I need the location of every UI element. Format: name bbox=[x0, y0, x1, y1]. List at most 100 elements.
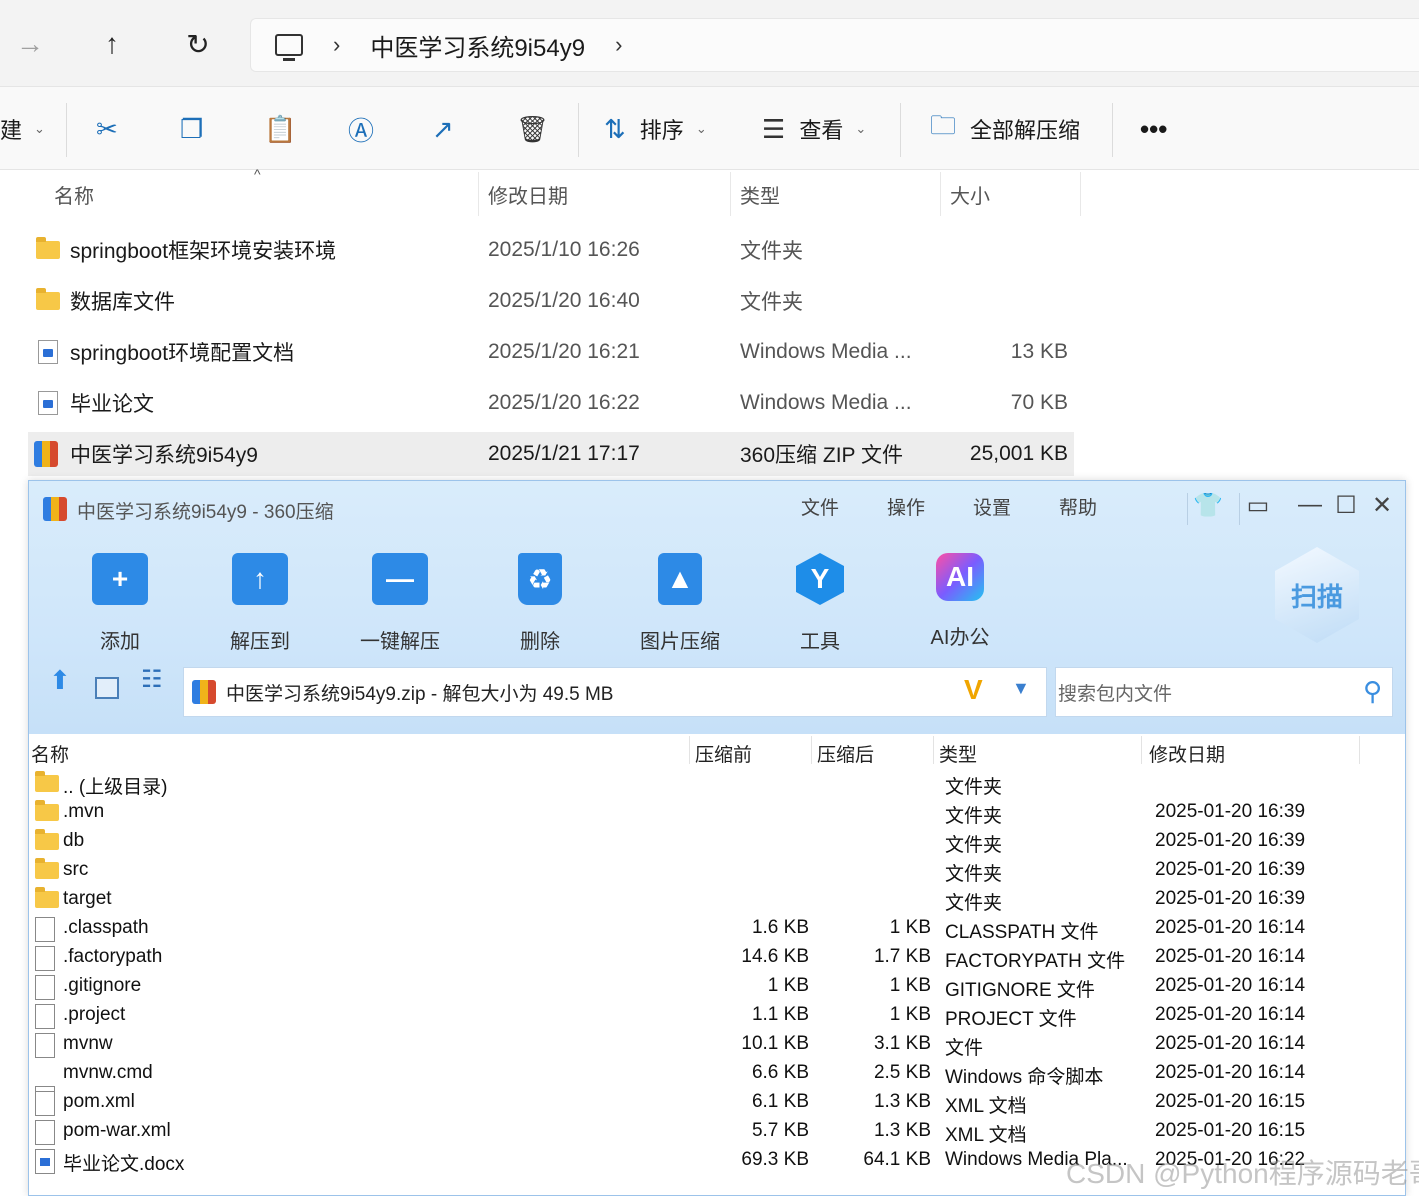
archive-row[interactable]: .project 1.1 KB 1 KB PROJECT 文件 2025-01-20 1… bbox=[29, 1001, 1405, 1030]
feedback-icon[interactable]: ▭ bbox=[1243, 491, 1273, 520]
new-button-label: 建 bbox=[0, 118, 23, 143]
archive-file-type: 文件夹 bbox=[945, 864, 1003, 885]
skin-shirt-icon[interactable]: 👕 bbox=[1193, 491, 1223, 520]
thumbnail-view-icon[interactable] bbox=[95, 677, 119, 699]
file-name: 毕业论文 bbox=[70, 393, 154, 416]
menu-settings[interactable]: 设置 bbox=[973, 493, 1011, 520]
file-row[interactable]: 毕业论文 2025/1/20 16:22 Windows Media ... 7… bbox=[28, 381, 1074, 425]
forward-arrow-icon[interactable]: → bbox=[10, 24, 50, 64]
file-row[interactable]: springboot框架环境安装环境 2025/1/10 16:26 文件夹 bbox=[28, 228, 1074, 272]
column-divider[interactable] bbox=[811, 736, 812, 764]
archive-row[interactable]: .classpath 1.6 KB 1 KB CLASSPATH 文件 2025-01-… bbox=[29, 914, 1405, 943]
file-icon bbox=[35, 1091, 55, 1116]
column-header-modified[interactable]: 修改日期 bbox=[488, 172, 568, 216]
view-button[interactable]: ☰ 查看 ⌄ bbox=[762, 111, 866, 147]
archive-row[interactable]: .factorypath 14.6 KB 1.7 KB FACTORYPATH 文件 2… bbox=[29, 943, 1405, 972]
breadcrumb-chevron-icon[interactable]: › bbox=[615, 32, 622, 58]
column-header-after[interactable]: 压缩后 bbox=[817, 740, 874, 767]
more-options-icon[interactable]: ••• bbox=[1140, 111, 1167, 147]
rename-icon: Ⓐ bbox=[348, 115, 375, 146]
archive-size-before: 1.1 KB bbox=[751, 1004, 809, 1025]
sort-button[interactable]: ⇅ 排序 ⌄ bbox=[604, 111, 707, 147]
archive-file-name: .project bbox=[63, 1004, 126, 1025]
archive-row[interactable]: .gitignore 1 KB 1 KB GITIGNORE 文件 2025-01-20… bbox=[29, 972, 1405, 1001]
archive-search-input[interactable]: 搜索包内文件 ⚲ bbox=[1055, 667, 1393, 717]
archive-file-modified: 2025-01-20 16:39 bbox=[1155, 859, 1306, 880]
column-header-name[interactable]: 名称 bbox=[31, 740, 69, 767]
new-button[interactable]: 建 ⌄ bbox=[0, 111, 45, 147]
this-pc-icon[interactable] bbox=[275, 34, 303, 61]
archive-file-type: 文件夹 bbox=[945, 893, 1003, 914]
archive-row[interactable]: db 文件夹 2025-01-20 16:39 bbox=[29, 827, 1405, 856]
cut-button[interactable]: ✂ bbox=[96, 111, 118, 147]
archive-path-bar[interactable]: 中医学习系统9i54y9.zip - 解包大小为 49.5 MB V ▼ bbox=[183, 667, 1047, 717]
column-divider[interactable] bbox=[478, 172, 479, 216]
archive-row[interactable]: src 文件夹 2025-01-20 16:39 bbox=[29, 856, 1405, 885]
v-badge-icon[interactable]: V bbox=[964, 674, 983, 706]
list-view-icon[interactable]: ☷ bbox=[141, 665, 163, 717]
file-modified: 2025/1/20 16:22 bbox=[488, 391, 640, 414]
toolbar-divider bbox=[66, 103, 67, 157]
archive-size-after: 1.3 KB bbox=[873, 1120, 931, 1141]
breadcrumb-current-folder[interactable]: 中医学习系统9i54y9 bbox=[370, 28, 585, 63]
watermark-text: CSDN @Python程序源码老哥 bbox=[1066, 1158, 1419, 1189]
column-header-modified[interactable]: 修改日期 bbox=[1149, 740, 1225, 767]
archive-row[interactable]: mvnw 10.1 KB 3.1 KB 文件 2025-01-20 16:14 bbox=[29, 1030, 1405, 1059]
copy-button[interactable]: ❐ bbox=[180, 111, 203, 147]
maximize-icon[interactable]: ☐ bbox=[1331, 491, 1361, 520]
ai-office-label: AI办公 bbox=[930, 627, 990, 649]
column-divider[interactable] bbox=[933, 736, 934, 764]
column-divider[interactable] bbox=[940, 172, 941, 216]
file-row-selected[interactable]: 中医学习系统9i54y9 2025/1/21 17:17 360压缩 ZIP 文… bbox=[28, 432, 1074, 476]
address-bar[interactable]: › 中医学习系统9i54y9 › bbox=[250, 18, 1419, 72]
archive-size-before: 6.6 KB bbox=[751, 1062, 809, 1083]
delete-button[interactable]: 🗑 bbox=[516, 111, 549, 147]
archive-row[interactable]: .. (上级目录) 文件夹 bbox=[29, 769, 1405, 798]
column-divider[interactable] bbox=[1141, 736, 1142, 764]
up-level-icon[interactable]: ⬆ bbox=[49, 665, 71, 717]
extract-to-button[interactable]: ↑ 解压到 bbox=[205, 553, 315, 654]
archive-row[interactable]: target 文件夹 2025-01-20 16:39 bbox=[29, 885, 1405, 914]
one-click-extract-button[interactable]: — 一键解压 bbox=[345, 553, 455, 654]
dropdown-arrow-icon[interactable]: ▼ bbox=[1012, 678, 1030, 699]
column-header-type[interactable]: 类型 bbox=[740, 172, 780, 216]
archive-file-name: pom-war.xml bbox=[63, 1120, 171, 1141]
zip360-logo-icon bbox=[43, 497, 67, 521]
tools-button[interactable]: Y 工具 bbox=[765, 553, 875, 654]
delete-button[interactable]: ♻ 删除 bbox=[485, 553, 595, 654]
column-header-type[interactable]: 类型 bbox=[939, 740, 977, 767]
menu-help[interactable]: 帮助 bbox=[1059, 493, 1097, 520]
breadcrumb-chevron-icon[interactable]: › bbox=[333, 32, 340, 58]
minimize-icon[interactable]: — bbox=[1295, 491, 1325, 519]
search-icon[interactable]: ⚲ bbox=[1363, 676, 1382, 707]
add-button[interactable]: + 添加 bbox=[65, 553, 175, 654]
share-button[interactable]: ↗ bbox=[432, 111, 454, 147]
column-header-before[interactable]: 压缩前 bbox=[695, 740, 752, 767]
file-row[interactable]: 数据库文件 2025/1/20 16:40 文件夹 bbox=[28, 279, 1074, 323]
menu-file[interactable]: 文件 bbox=[801, 493, 839, 520]
column-header-size[interactable]: 大小 bbox=[950, 172, 990, 216]
menu-operate[interactable]: 操作 bbox=[887, 493, 925, 520]
close-icon[interactable]: ✕ bbox=[1367, 491, 1397, 520]
archive-row[interactable]: mvnw.cmd 6.6 KB 2.5 KB Windows 命令脚本 2025-01-… bbox=[29, 1059, 1405, 1111]
sort-icon: ⇅ bbox=[604, 113, 626, 144]
up-arrow-icon[interactable]: ↑ bbox=[92, 24, 132, 64]
image-compress-button[interactable]: ▲ 图片压缩 bbox=[625, 553, 735, 654]
scan-button[interactable]: 扫描 bbox=[1275, 547, 1359, 643]
file-row[interactable]: springboot环境配置文档 2025/1/20 16:21 Windows… bbox=[28, 330, 1074, 374]
column-divider[interactable] bbox=[1359, 736, 1360, 764]
refresh-icon[interactable]: ↻ bbox=[178, 24, 218, 64]
column-header-name[interactable]: 名称 bbox=[54, 172, 94, 216]
column-divider[interactable] bbox=[730, 172, 731, 216]
media-document-icon bbox=[38, 381, 58, 425]
ai-office-button[interactable]: AI AI办公 bbox=[905, 553, 1015, 650]
archive-row[interactable]: pom-war.xml 5.7 KB 1.3 KB XML 文档 2025-01-20 … bbox=[29, 1117, 1405, 1146]
archive-row[interactable]: .mvn 文件夹 2025-01-20 16:39 bbox=[29, 798, 1405, 827]
rename-button[interactable]: Ⓐ bbox=[348, 111, 374, 147]
paste-button[interactable]: 📋 bbox=[264, 111, 296, 147]
extract-all-button[interactable]: 🗀 全部解压缩 bbox=[930, 110, 1080, 147]
column-divider[interactable] bbox=[689, 736, 690, 764]
column-divider[interactable] bbox=[1080, 172, 1081, 216]
archive-file-name: 毕业论文.docx bbox=[63, 1154, 185, 1175]
archive-row[interactable]: pom.xml 6.1 KB 1.3 KB XML 文档 2025-01-20 16:1… bbox=[29, 1088, 1405, 1117]
